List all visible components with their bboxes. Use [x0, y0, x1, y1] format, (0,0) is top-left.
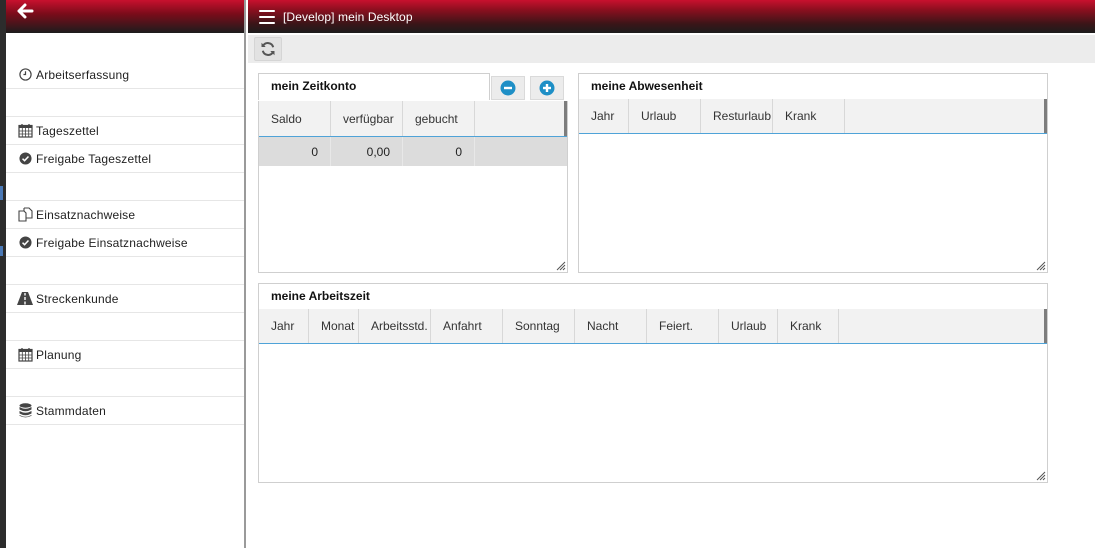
- sidebar-item-freigabe-tageszettel[interactable]: Freigabe Tageszettel: [6, 145, 244, 173]
- sidebar-item-planung[interactable]: Planung: [6, 341, 244, 369]
- zeitkonto-grid-header: Saldo verfügbar gebucht: [259, 101, 567, 137]
- grid-header-end: [1044, 309, 1047, 343]
- sidebar-header: [6, 0, 244, 33]
- sidebar-spacer: [6, 257, 244, 285]
- sidebar-item-freigabe-einsatznachweise[interactable]: Freigabe Einsatznachweise: [6, 229, 244, 257]
- check-circle-icon: [17, 151, 33, 167]
- sidebar-item-label: Stammdaten: [36, 403, 107, 418]
- road-icon: [17, 291, 33, 307]
- column-header-saldo[interactable]: Saldo: [259, 101, 331, 136]
- column-header-verfuegbar[interactable]: verfügbar: [331, 101, 403, 136]
- column-header-urlaub[interactable]: Urlaub: [719, 309, 778, 343]
- sidebar-item-label: Tageszettel: [36, 123, 99, 138]
- abwesenheit-title: meine Abwesenheit: [591, 79, 703, 93]
- sidebar-item-label: Freigabe Einsatznachweise: [36, 235, 188, 250]
- sidebar-item-label: Streckenkunde: [36, 291, 119, 306]
- abwesenheit-grid-header: Jahr Urlaub Resturlaub Krank: [579, 99, 1047, 134]
- column-header-krank[interactable]: Krank: [773, 99, 845, 133]
- plus-circle-icon: [539, 80, 555, 96]
- cell-empty: [475, 137, 567, 166]
- calendar-icon: [17, 123, 33, 139]
- column-header-feiert[interactable]: Feiert.: [647, 309, 719, 343]
- sidebar-item-einsatznachweise[interactable]: Einsatznachweise: [6, 201, 244, 229]
- sidebar-item-tageszettel[interactable]: Tageszettel: [6, 117, 244, 145]
- sidebar-menu: Arbeitserfassung Tageszettel Freigabe Ta…: [6, 61, 244, 425]
- sidebar-item-stammdaten[interactable]: Stammdaten: [6, 397, 244, 425]
- database-icon: [17, 403, 33, 419]
- arbeitszeit-grid-header: Jahr Monat Arbeitsstd. Anfahrt Sonntag N…: [259, 309, 1047, 344]
- column-header-anfahrt[interactable]: Anfahrt: [431, 309, 503, 343]
- clock-icon: [17, 67, 33, 83]
- expand-button[interactable]: [530, 76, 564, 100]
- sidebar-item-label: Arbeitserfassung: [36, 67, 130, 82]
- minus-circle-icon: [500, 80, 516, 96]
- page-title: [Develop] mein Desktop: [283, 9, 413, 24]
- arbeitszeit-panel: meine Arbeitszeit Jahr Monat Arbeitsstd.…: [258, 283, 1048, 483]
- column-header-monat[interactable]: Monat: [309, 309, 359, 343]
- check-circle-icon: [17, 235, 33, 251]
- sidebar-item-label: Planung: [36, 347, 82, 362]
- sidebar-item-streckenkunde[interactable]: Streckenkunde: [6, 285, 244, 313]
- grid-header-end: [564, 101, 567, 136]
- column-header-empty: [475, 101, 567, 136]
- sidebar-spacer: [6, 313, 244, 341]
- edge-mark: [0, 186, 3, 200]
- hamburger-menu-icon[interactable]: [259, 9, 275, 24]
- top-bar: [Develop] mein Desktop: [248, 0, 1095, 33]
- column-header-resturlaub[interactable]: Resturlaub: [701, 99, 773, 133]
- zeitkonto-title: mein Zeitkonto: [271, 79, 357, 93]
- column-header-urlaub[interactable]: Urlaub: [629, 99, 701, 133]
- sidebar-item-arbeitserfassung[interactable]: Arbeitserfassung: [6, 61, 244, 89]
- collapse-button[interactable]: [491, 76, 525, 100]
- toolbar: [248, 35, 1095, 63]
- sidebar-spacer: [6, 89, 244, 117]
- cell-verfuegbar: 0,00: [331, 137, 403, 166]
- copy-icon: [17, 207, 33, 223]
- calendar-icon: [17, 347, 33, 363]
- sidebar-item-label: Freigabe Tageszettel: [36, 151, 152, 166]
- arbeitszeit-title: meine Arbeitszeit: [271, 289, 370, 303]
- column-header-jahr[interactable]: Jahr: [579, 99, 629, 133]
- refresh-button[interactable]: [254, 37, 282, 61]
- resize-handle-icon[interactable]: [556, 261, 566, 271]
- column-header-jahr[interactable]: Jahr: [259, 309, 309, 343]
- refresh-icon: [261, 42, 275, 56]
- edge-mark: [0, 246, 3, 256]
- abwesenheit-panel: meine Abwesenheit Jahr Urlaub Resturlaub…: [578, 73, 1048, 273]
- column-header-nacht[interactable]: Nacht: [575, 309, 647, 343]
- sidebar-spacer: [6, 369, 244, 397]
- sidebar-item-label: Einsatznachweise: [36, 207, 136, 222]
- cell-gebucht: 0: [403, 137, 475, 166]
- sidebar-spacer: [6, 173, 244, 201]
- zeitkonto-panel: Saldo verfügbar gebucht 0 0,00 0: [258, 101, 568, 273]
- resize-handle-icon[interactable]: [1036, 261, 1046, 271]
- sidebar: Arbeitserfassung Tageszettel Freigabe Ta…: [6, 0, 246, 548]
- table-row[interactable]: 0 0,00 0: [259, 137, 567, 166]
- column-header-krank[interactable]: Krank: [778, 309, 839, 343]
- zeitkonto-title-tab: mein Zeitkonto: [258, 73, 490, 100]
- column-header-arbeitsstd[interactable]: Arbeitsstd.: [359, 309, 431, 343]
- cell-saldo: 0: [259, 137, 331, 166]
- grid-header-end: [1044, 99, 1047, 133]
- column-header-sonntag[interactable]: Sonntag: [503, 309, 575, 343]
- back-arrow-icon[interactable]: [16, 3, 34, 21]
- app-root: Arbeitserfassung Tageszettel Freigabe Ta…: [0, 0, 1095, 548]
- column-header-gebucht[interactable]: gebucht: [403, 101, 475, 136]
- resize-handle-icon[interactable]: [1036, 471, 1046, 481]
